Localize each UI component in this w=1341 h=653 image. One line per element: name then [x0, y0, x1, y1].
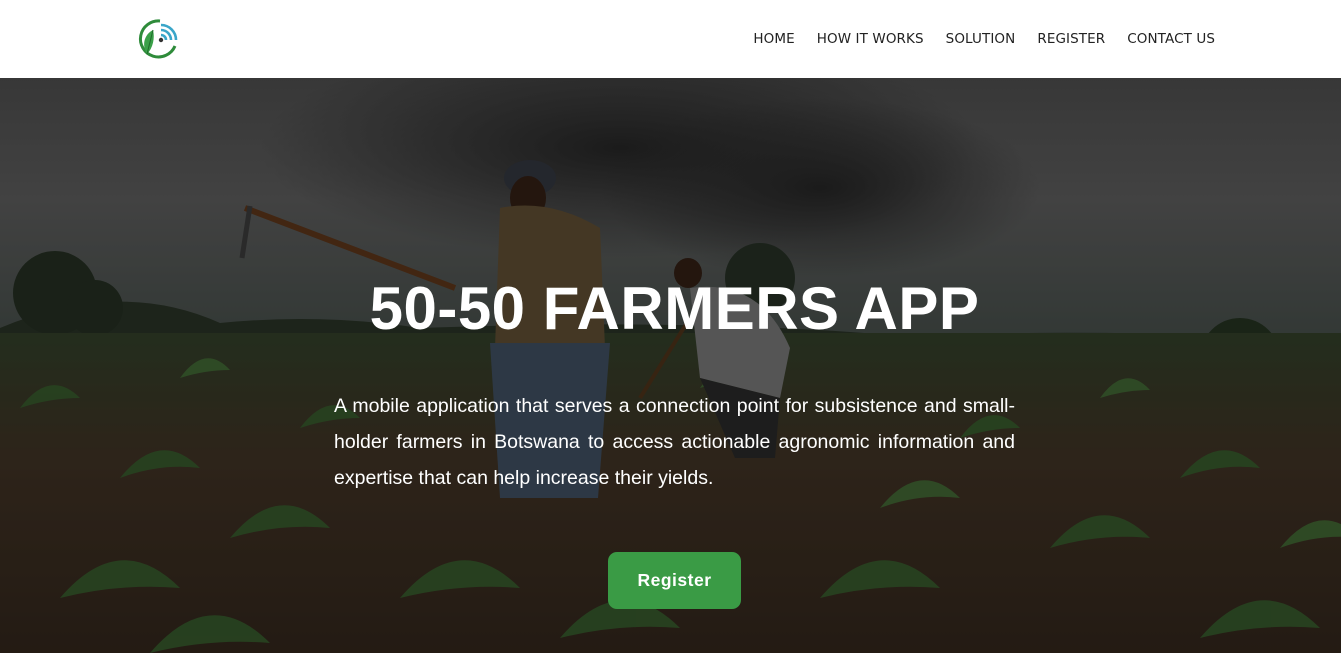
nav-register[interactable]: REGISTER	[1037, 31, 1105, 47]
nav-contact-us[interactable]: CONTACT US	[1127, 31, 1215, 47]
leaf-wifi-logo-icon	[138, 19, 178, 59]
main-nav: HOME HOW IT WORKS SOLUTION REGISTER CONT…	[753, 0, 1215, 78]
hero-description: A mobile application that serves a conne…	[334, 395, 1015, 489]
nav-solution[interactable]: SOLUTION	[946, 31, 1016, 47]
site-header: HOME HOW IT WORKS SOLUTION REGISTER CONT…	[0, 0, 1341, 78]
nav-home[interactable]: HOME	[753, 31, 794, 47]
hero-title: 50-50 FARMERS APP	[369, 275, 980, 342]
nav-how-it-works[interactable]: HOW IT WORKS	[817, 31, 924, 47]
hero-section: 50-50 FARMERS APP A mobile application t…	[0, 78, 1341, 653]
register-button[interactable]: Register	[608, 552, 741, 609]
logo[interactable]	[137, 16, 183, 60]
